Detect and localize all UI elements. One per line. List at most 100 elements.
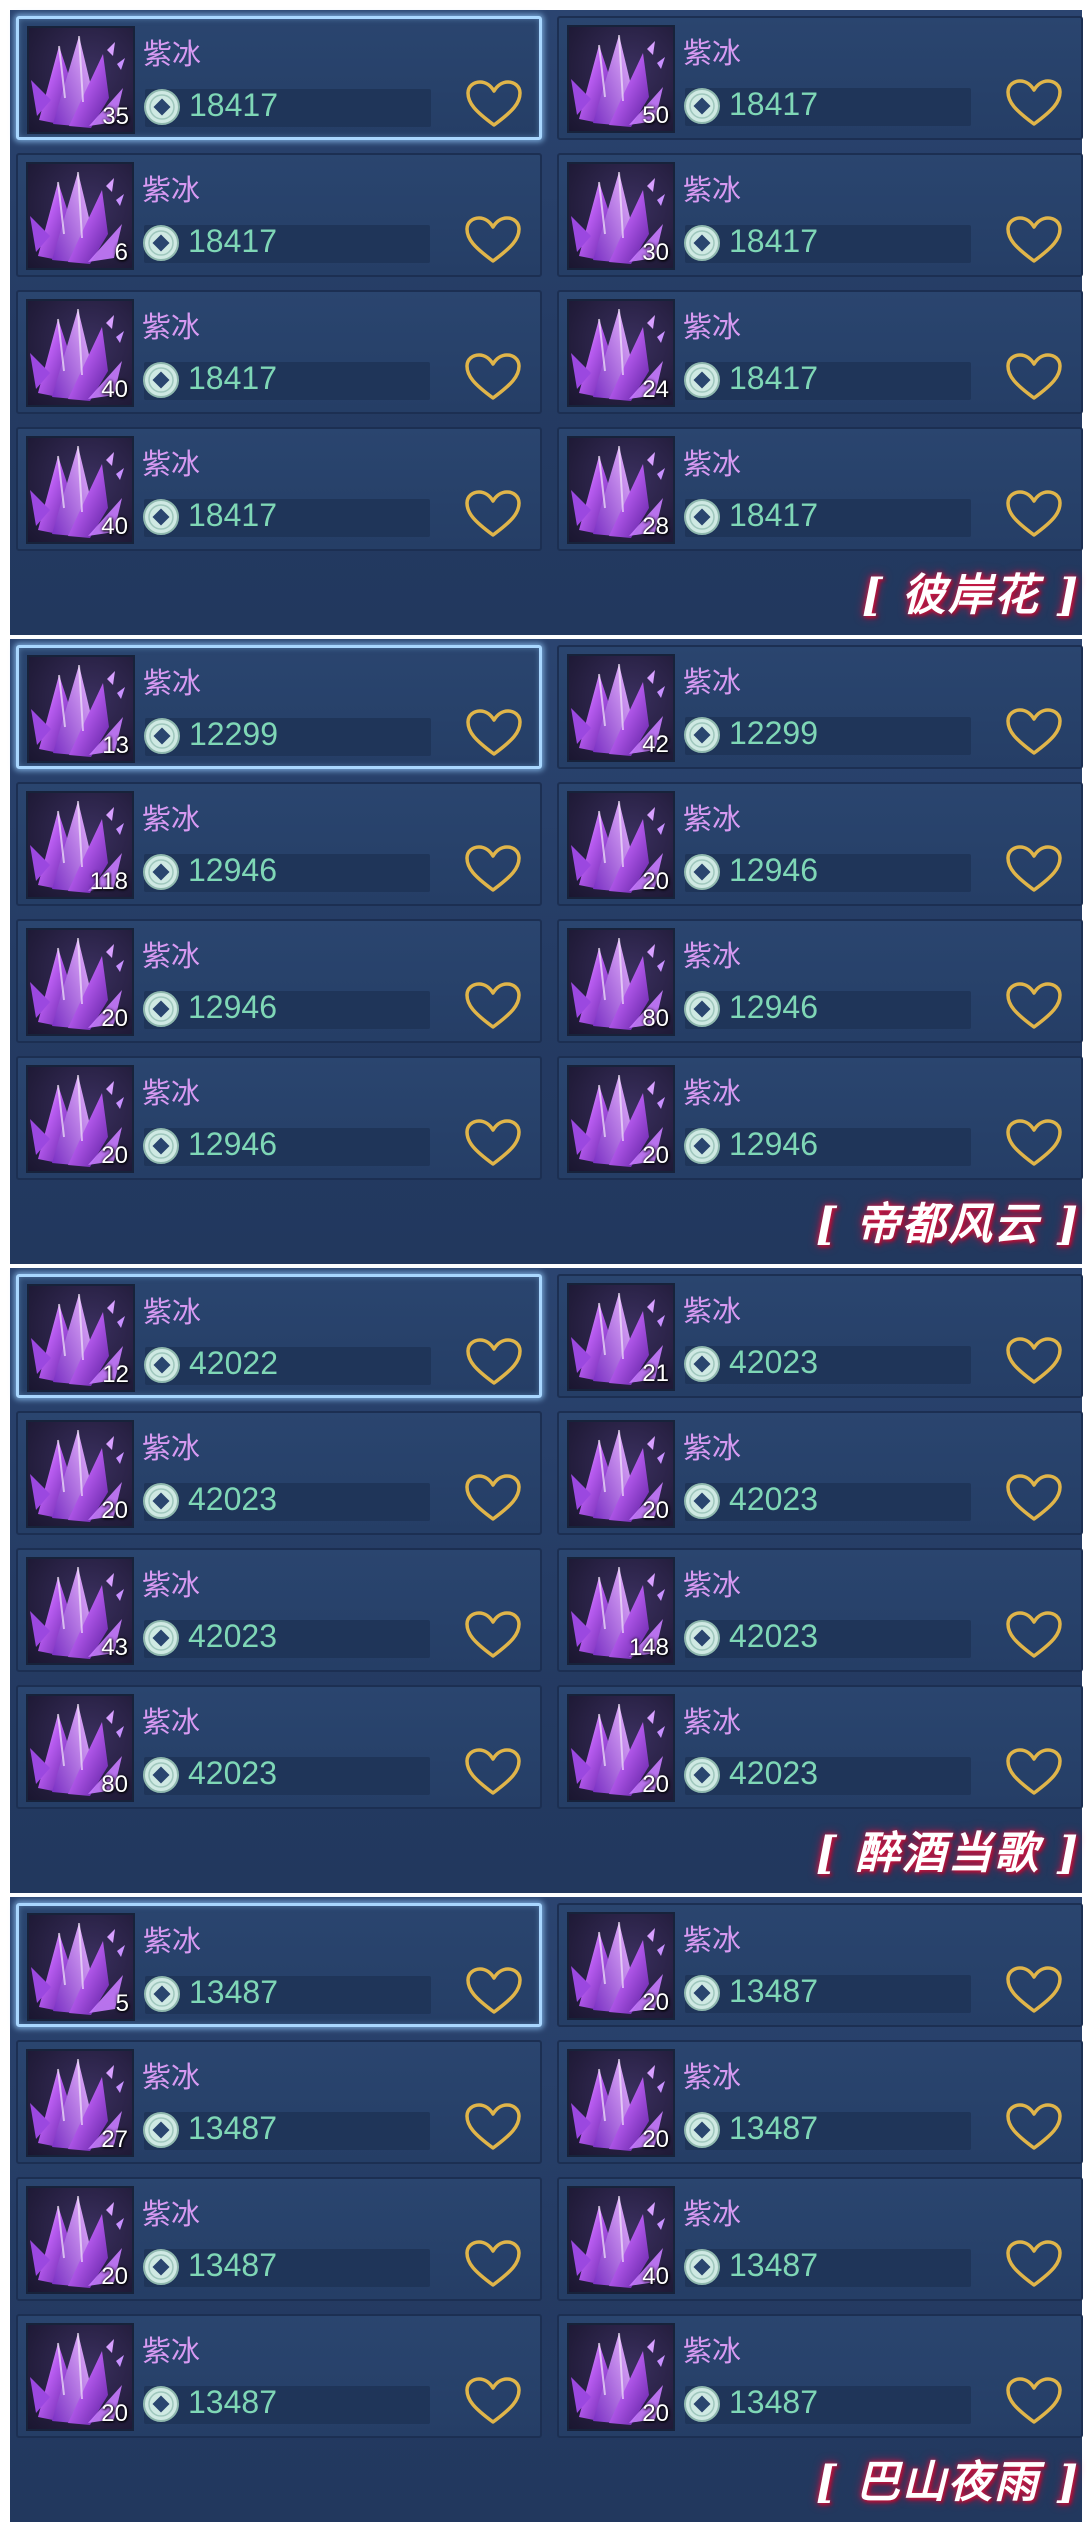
- heart-outline-icon[interactable]: [1005, 2376, 1063, 2426]
- heart-outline-icon[interactable]: [464, 2239, 522, 2289]
- heart-outline-icon[interactable]: [1005, 707, 1063, 757]
- price-bar: [685, 362, 971, 400]
- market-panel: 12 紫冰 42022 21 紫冰 42023 20 紫冰 42023 20 紫…: [10, 1268, 1083, 1893]
- listing-card[interactable]: 20 紫冰 42023: [16, 1411, 542, 1535]
- listing-card[interactable]: 27 紫冰 13487: [16, 2040, 542, 2164]
- listing-card[interactable]: 20 紫冰 12946: [557, 1056, 1083, 1180]
- item-quantity: 20: [101, 2400, 128, 2427]
- heart-outline-icon[interactable]: [465, 1337, 523, 1387]
- price-bar: [144, 991, 430, 1029]
- heart-outline-icon[interactable]: [464, 1118, 522, 1168]
- heart-outline-icon[interactable]: [464, 2102, 522, 2152]
- jade-coin-icon: [683, 1127, 721, 1165]
- item-name: 紫冰: [683, 1294, 742, 1328]
- listing-card[interactable]: 30 紫冰 18417: [557, 153, 1083, 277]
- listing-card[interactable]: 5 紫冰 13487: [16, 1903, 542, 2027]
- jade-coin-icon: [683, 1345, 721, 1383]
- heart-outline-icon[interactable]: [464, 844, 522, 894]
- listing-card[interactable]: 148 紫冰 42023: [557, 1548, 1083, 1672]
- jade-coin-icon: [142, 361, 180, 399]
- item-name: 紫冰: [142, 802, 201, 836]
- price-bar: [685, 88, 971, 126]
- listing-card[interactable]: 20 紫冰 13487: [557, 2040, 1083, 2164]
- heart-outline-icon[interactable]: [1005, 2239, 1063, 2289]
- heart-outline-icon[interactable]: [465, 1966, 523, 2016]
- listing-card[interactable]: 6 紫冰 18417: [16, 153, 542, 277]
- listing-card[interactable]: 50 紫冰 18417: [557, 16, 1083, 140]
- heart-outline-icon[interactable]: [464, 1747, 522, 1797]
- item-name: 紫冰: [142, 173, 201, 207]
- heart-outline-icon[interactable]: [464, 215, 522, 265]
- item-name: 紫冰: [683, 665, 742, 699]
- listing-card[interactable]: 80 紫冰 42023: [16, 1685, 542, 1809]
- listing-card[interactable]: 118 紫冰 12946: [16, 782, 542, 906]
- heart-outline-icon[interactable]: [1005, 1473, 1063, 1523]
- purple-crystal-icon: 35: [27, 26, 135, 134]
- listing-card[interactable]: 42 紫冰 12299: [557, 645, 1083, 769]
- listing-card[interactable]: 20 紫冰 13487: [16, 2177, 542, 2301]
- jade-coin-icon: [142, 2385, 180, 2423]
- listing-card[interactable]: 21 紫冰 42023: [557, 1274, 1083, 1398]
- listing-card[interactable]: 20 紫冰 12946: [16, 919, 542, 1043]
- item-name: 紫冰: [142, 447, 201, 481]
- listing-card[interactable]: 20 紫冰 13487: [557, 2314, 1083, 2438]
- item-quantity: 13: [102, 732, 129, 759]
- heart-outline-icon[interactable]: [1005, 352, 1063, 402]
- listing-card[interactable]: 20 紫冰 13487: [557, 1903, 1083, 2027]
- heart-outline-icon[interactable]: [1005, 215, 1063, 265]
- listing-card[interactable]: 12 紫冰 42022: [16, 1274, 542, 1398]
- listing-card[interactable]: 20 紫冰 42023: [557, 1685, 1083, 1809]
- heart-outline-icon[interactable]: [1005, 2102, 1063, 2152]
- listing-card[interactable]: 20 紫冰 42023: [557, 1411, 1083, 1535]
- listing-card[interactable]: 13 紫冰 12299: [16, 645, 542, 769]
- heart-outline-icon[interactable]: [1005, 844, 1063, 894]
- heart-outline-icon[interactable]: [1005, 78, 1063, 128]
- listing-card[interactable]: 43 紫冰 42023: [16, 1548, 542, 1672]
- price-bar: [685, 1128, 971, 1166]
- heart-outline-icon[interactable]: [1005, 1610, 1063, 1660]
- price-bar: [145, 1347, 431, 1385]
- heart-outline-icon[interactable]: [1005, 1118, 1063, 1168]
- item-price: 13487: [189, 1974, 278, 2010]
- listing-card[interactable]: 40 紫冰 13487: [557, 2177, 1083, 2301]
- listing-card[interactable]: 28 紫冰 18417: [557, 427, 1083, 551]
- listing-card[interactable]: 20 紫冰 12946: [557, 782, 1083, 906]
- listing-card[interactable]: 20 紫冰 13487: [16, 2314, 542, 2438]
- purple-crystal-icon: 20: [567, 1065, 675, 1173]
- price-bar: [144, 499, 430, 537]
- server-name: [ 巴山夜雨 ]: [815, 2457, 1080, 2508]
- heart-outline-icon[interactable]: [464, 1610, 522, 1660]
- item-name: 紫冰: [683, 36, 742, 70]
- listing-card[interactable]: 24 紫冰 18417: [557, 290, 1083, 414]
- heart-outline-icon[interactable]: [465, 79, 523, 129]
- heart-outline-icon[interactable]: [1005, 489, 1063, 539]
- listing-card[interactable]: 40 紫冰 18417: [16, 290, 542, 414]
- heart-outline-icon[interactable]: [464, 352, 522, 402]
- heart-outline-icon[interactable]: [1005, 981, 1063, 1031]
- jade-coin-icon: [142, 990, 180, 1028]
- jade-coin-icon: [683, 716, 721, 754]
- item-price: 42023: [188, 1481, 277, 1517]
- item-quantity: 35: [102, 103, 129, 130]
- listing-card[interactable]: 20 紫冰 12946: [16, 1056, 542, 1180]
- purple-crystal-icon: 5: [27, 1913, 135, 2021]
- listing-card[interactable]: 40 紫冰 18417: [16, 427, 542, 551]
- item-name: 紫冰: [683, 310, 742, 344]
- item-quantity: 43: [101, 1634, 128, 1661]
- listing-card[interactable]: 35 紫冰 18417: [16, 16, 542, 140]
- heart-outline-icon[interactable]: [464, 981, 522, 1031]
- heart-outline-icon[interactable]: [1005, 1965, 1063, 2015]
- heart-outline-icon[interactable]: [1005, 1747, 1063, 1797]
- listing-card[interactable]: 80 紫冰 12946: [557, 919, 1083, 1043]
- purple-crystal-icon: 21: [567, 1283, 675, 1391]
- heart-outline-icon[interactable]: [464, 2376, 522, 2426]
- heart-outline-icon[interactable]: [464, 1473, 522, 1523]
- heart-outline-icon[interactable]: [1005, 1336, 1063, 1386]
- server-name: [ 帝都风云 ]: [815, 1199, 1080, 1250]
- item-price: 12946: [729, 1126, 818, 1162]
- heart-outline-icon[interactable]: [465, 708, 523, 758]
- price-bar: [144, 2112, 430, 2150]
- jade-coin-icon: [142, 498, 180, 536]
- heart-outline-icon[interactable]: [464, 489, 522, 539]
- item-price: 12299: [729, 715, 818, 751]
